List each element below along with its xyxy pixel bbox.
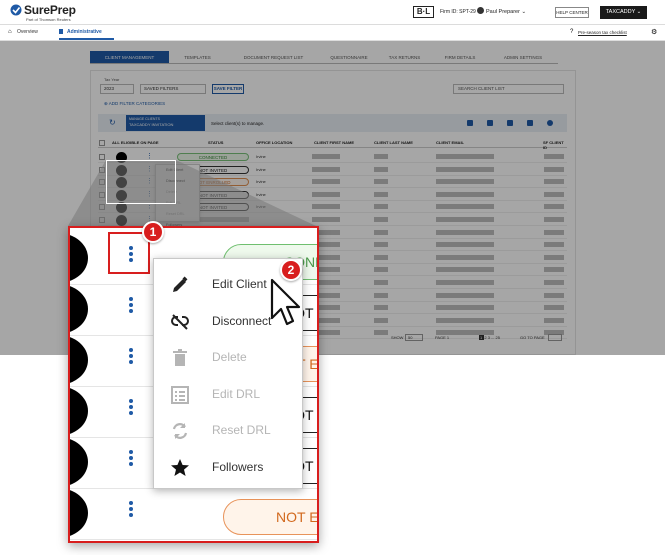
menu-item-label: Reset DRL	[212, 423, 271, 437]
product-switch-label: TAXCADDY	[605, 9, 636, 15]
product-switch-button[interactable]: TAXCADDY ⌄	[600, 6, 647, 19]
menu-item-label: Edit Client	[212, 277, 267, 291]
menu-item-edit-drl: Edit DRL	[154, 377, 304, 413]
help-circle-icon: ?	[570, 29, 574, 35]
client-avatar	[70, 488, 88, 538]
status-badge: NOT ENROLLED	[223, 499, 317, 535]
menu-item-delete: Delete	[154, 340, 304, 376]
row-actions-icon[interactable]	[127, 448, 135, 474]
client-avatar	[70, 284, 88, 334]
trash-icon	[170, 348, 190, 368]
client-avatar	[70, 386, 88, 436]
zoom-table-row: NOT ENROLLED	[70, 485, 317, 540]
client-avatar	[70, 437, 88, 487]
active-tab-underline	[59, 38, 114, 40]
menu-item-followers[interactable]: Followers	[154, 450, 304, 486]
list-icon	[170, 385, 190, 405]
user-menu[interactable]: Paul Preparer ⌄	[486, 9, 526, 15]
logo-mark-icon	[10, 4, 22, 16]
zoom-source-frame	[106, 160, 176, 204]
row-actions-icon[interactable]	[127, 499, 135, 525]
logo-subtitle: Part of Thomson Reuters	[26, 17, 71, 22]
top-bar: SurePrep Part of Thomson Reuters B·L Fir…	[0, 0, 665, 25]
refresh-icon	[170, 421, 190, 441]
row-actions-icon[interactable]	[127, 397, 135, 423]
admin-icon	[59, 29, 63, 34]
star-icon	[170, 458, 190, 478]
pre-season-checklist-link[interactable]: Pre-season tax checklist	[578, 30, 627, 35]
mouse-pointer-icon	[270, 278, 301, 326]
secondary-nav: ⌂ Overview Administrative ? Pre-season t…	[0, 25, 665, 41]
menu-item-reset-drl: Reset DRL	[154, 413, 304, 449]
home-icon[interactable]: ⌂	[8, 29, 12, 35]
client-avatar	[70, 335, 88, 385]
help-center-button[interactable]: HELP CENTER	[555, 7, 589, 18]
firm-id: Firm ID: SPT-29	[440, 9, 476, 15]
menu-item-label: Followers	[212, 459, 264, 474]
menu-item-label: Disconnect	[212, 313, 272, 328]
tab-overview[interactable]: Overview	[17, 29, 38, 35]
unlink-icon	[170, 312, 190, 332]
step-1-badge: 1	[142, 221, 164, 243]
user-avatar-icon[interactable]	[477, 7, 484, 14]
tab-administrative[interactable]: Administrative	[67, 29, 102, 35]
row-actions-icon[interactable]	[127, 346, 135, 372]
user-name: Paul Preparer	[486, 9, 520, 15]
pencil-icon	[170, 275, 190, 295]
sureprep-logo[interactable]: SurePrep Part of Thomson Reuters	[10, 3, 80, 23]
client-avatar	[70, 233, 88, 283]
menu-item-label: Edit DRL	[212, 386, 261, 401]
row-actions-icon[interactable]	[127, 295, 135, 321]
gear-icon[interactable]: ⚙	[651, 28, 657, 36]
firm-badge: B·L	[413, 6, 434, 18]
logo-text: SurePrep	[24, 3, 76, 17]
menu-item-label: Delete	[212, 350, 247, 364]
